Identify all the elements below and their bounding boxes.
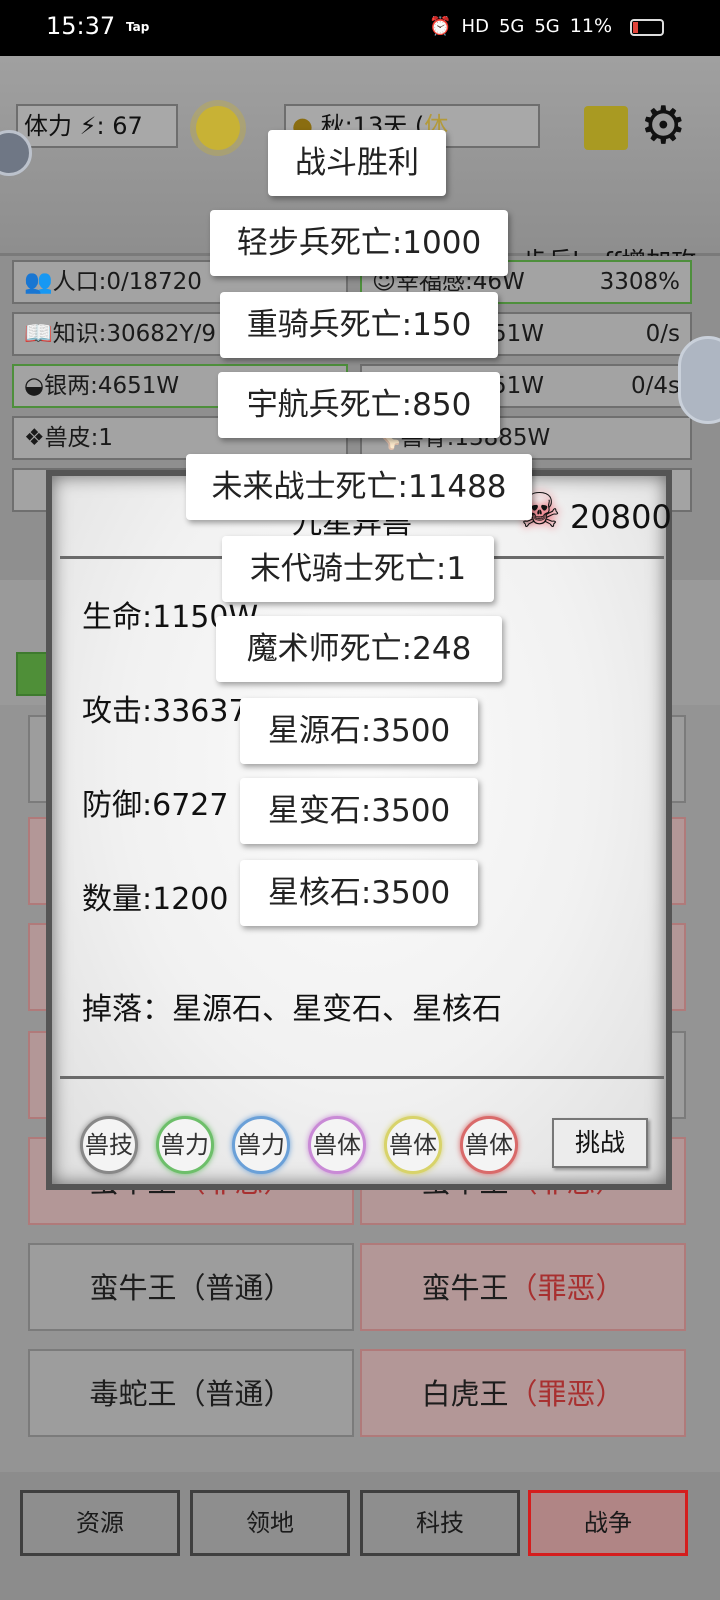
boss-name: 毒蛇王 (89, 1377, 177, 1411)
boss-tag: （罪恶） (508, 1377, 625, 1411)
boss-button[interactable]: 蛮牛王（罪恶） (360, 1243, 686, 1331)
population-value: 人口:0/18720 (52, 269, 202, 295)
rune-beast-skill[interactable]: 兽技 (80, 1116, 138, 1174)
toast-message: 宇航兵死亡:850 (218, 372, 500, 438)
quantity-stat: 数量:1200 (82, 882, 229, 917)
boss-tag: （罪恶） (508, 1271, 625, 1305)
nav-war[interactable]: 战争 (528, 1490, 688, 1556)
signal-icon: 5G (498, 15, 525, 37)
rune-beast-body-purple[interactable]: 兽体 (308, 1116, 366, 1174)
weather-sun-icon[interactable] (196, 106, 240, 150)
attack-stat: 攻击:33637 (82, 694, 248, 729)
lightning-icon: ⚡: (79, 112, 105, 140)
boss-button[interactable]: 蛮牛王（普通） (28, 1243, 354, 1331)
ingot-icon: ◒ (24, 373, 45, 399)
edge-float-button[interactable] (678, 336, 720, 424)
tap-badge: Tap (126, 20, 150, 34)
boss-name: 白虎王 (421, 1377, 509, 1411)
toast-message: 轻步兵死亡:1000 (210, 210, 508, 276)
stamina-label: 体力 (24, 112, 72, 140)
knowledge-value: 知识:30682Y/9 (52, 321, 216, 347)
gift-icon[interactable] (584, 106, 628, 150)
resource-c-rate: 0/4s (631, 373, 680, 399)
boss-name: 蛮牛王 (421, 1271, 509, 1305)
nav-resources[interactable]: 资源 (20, 1490, 180, 1556)
toast-message: 重骑兵死亡:150 (220, 292, 498, 358)
kill-count: 20800 (570, 498, 672, 536)
toast-message: 未来战士死亡:11488 (186, 454, 532, 520)
boss-name: 蛮牛王 (89, 1271, 177, 1305)
stamina-value: 67 (112, 112, 143, 140)
clock: 15:37 (46, 12, 116, 40)
boss-tag: （普通） (176, 1271, 293, 1305)
rune-beast-power-green[interactable]: 兽力 (156, 1116, 214, 1174)
boss-button[interactable]: 毒蛇王（普通） (28, 1349, 354, 1437)
rune-beast-power-blue[interactable]: 兽力 (232, 1116, 290, 1174)
divider (60, 1076, 664, 1079)
book-icon: 📖 (24, 321, 53, 347)
rune-beast-body-red[interactable]: 兽体 (460, 1116, 518, 1174)
hide-value: 兽皮:1 (44, 425, 114, 451)
rune-beast-body-yellow[interactable]: 兽体 (384, 1116, 442, 1174)
silver-value: 银两:4651W (44, 373, 180, 399)
challenge-button[interactable]: 挑战 (552, 1118, 648, 1168)
hide-icon: ❖ (24, 425, 45, 451)
boss-tag: （普通） (176, 1377, 293, 1411)
people-icon: 👥 (24, 269, 53, 295)
toast-message: 星源石:3500 (240, 698, 478, 764)
toast-message: 星核石:3500 (240, 860, 478, 926)
happiness-percent: 3308% (599, 269, 680, 295)
toast-message: 末代骑士死亡:1 (222, 536, 494, 602)
alarm-icon: ⏰ (429, 15, 452, 37)
nav-territory[interactable]: 领地 (190, 1490, 350, 1556)
toast-message: 魔术师死亡:248 (216, 616, 502, 682)
toast-victory: 战斗胜利 (268, 130, 446, 196)
battery-icon (630, 19, 664, 36)
stamina-pill: 体力 ⚡: 67 (16, 104, 178, 148)
defense-stat: 防御:6727 (82, 788, 229, 823)
nav-tech[interactable]: 科技 (360, 1490, 520, 1556)
status-icons: ⏰ HD 5G 5G 11% (429, 15, 660, 37)
gear-icon[interactable]: ⚙ (640, 100, 687, 152)
battery-text: 11% (569, 15, 612, 37)
signal-icon-2: 5G (534, 15, 560, 37)
hd-icon: HD (461, 15, 489, 37)
toast-message: 星变石:3500 (240, 778, 478, 844)
resource-b-rate: 0/s (645, 321, 680, 347)
drops-text: 掉落：星源石、星变石、星核石 (82, 992, 502, 1027)
status-bar: 15:37 Tap ⏰ HD 5G 5G 11% (0, 0, 720, 56)
boss-button[interactable]: 白虎王（罪恶） (360, 1349, 686, 1437)
